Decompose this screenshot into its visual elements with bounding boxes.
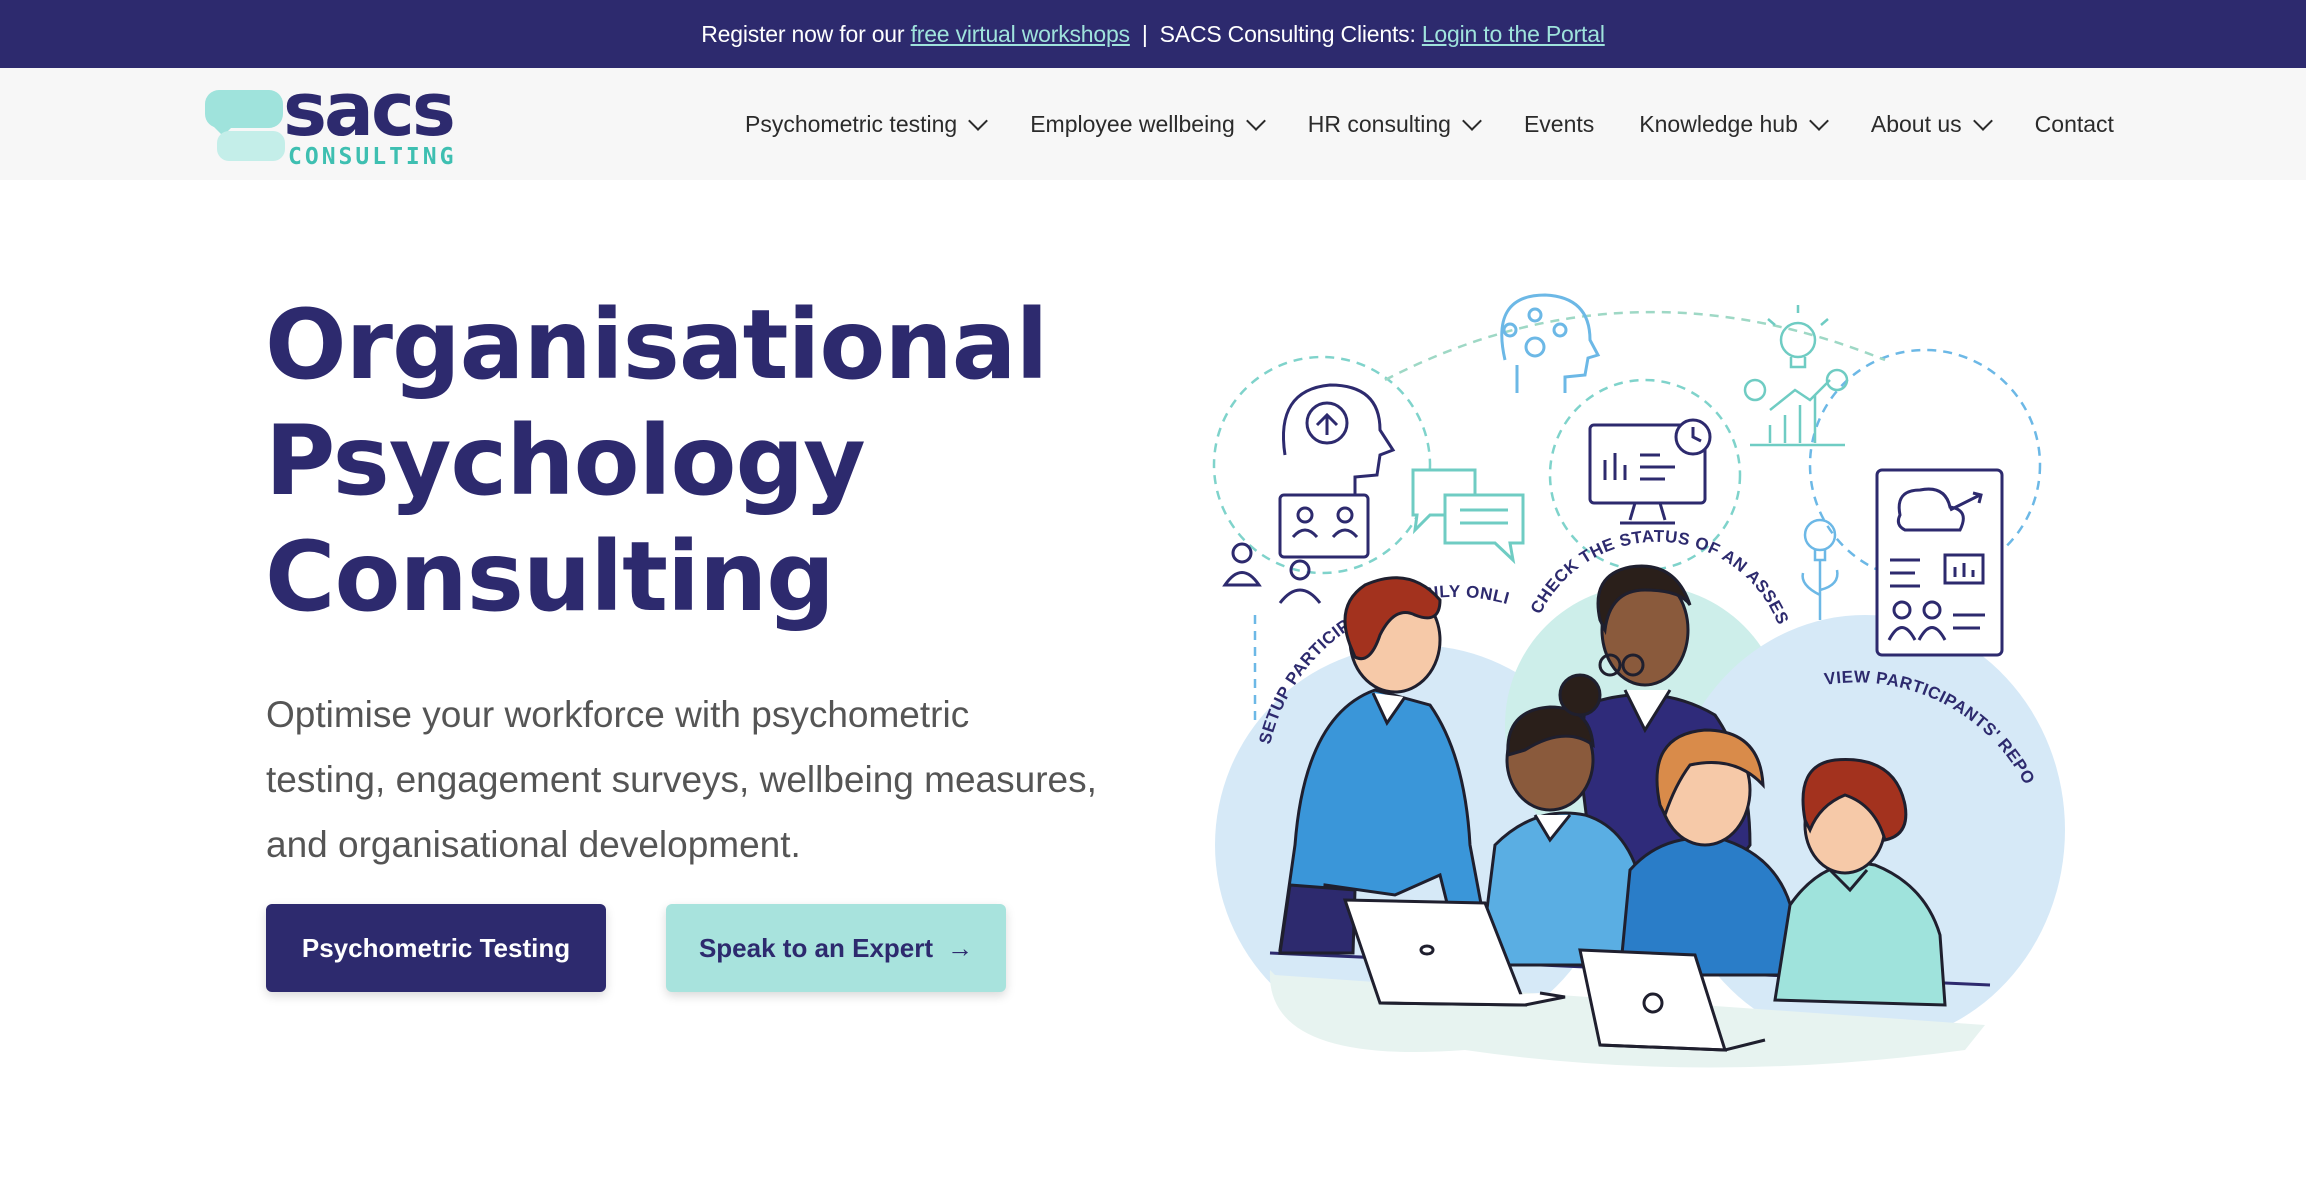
lightbulb-growth-icon <box>1743 305 1849 447</box>
hero-illustration: SETUP PARTICIPANTS EASILY ONLINE CHECK T… <box>1205 285 2065 1068</box>
speech-bubble-icon-small <box>217 131 285 161</box>
monitor-dashboard-icon <box>1588 418 1712 525</box>
logo-wordmark: sacs <box>283 67 456 153</box>
portal-login-link[interactable]: Login to the Portal <box>1422 21 1605 48</box>
title-line: Psychology <box>265 405 866 517</box>
clients-text: SACS Consulting Clients: <box>1159 20 1416 47</box>
nav-item-about-us[interactable]: About us <box>1870 110 1993 138</box>
hero-description: Optimise your workforce with psychometri… <box>266 682 1166 877</box>
nav-menu: Psychometric testing Employee wellbeing … <box>745 68 2114 180</box>
button-label: Speak to an Expert <box>698 932 934 963</box>
chevron-down-icon <box>1972 111 1993 131</box>
nav-item-knowledge-hub[interactable]: Knowledge hub <box>1639 110 1829 138</box>
logo-subtitle: CONSULTING <box>288 144 457 170</box>
description-line: Optimise your workforce with psychometri… <box>266 694 970 735</box>
chevron-down-icon <box>1245 111 1266 131</box>
sacs-logo[interactable]: sacs CONSULTING <box>205 67 457 171</box>
chat-bubbles-icon <box>1411 468 1525 565</box>
nav-label: About us <box>1870 110 1962 137</box>
button-label: Psychometric Testing <box>301 932 571 963</box>
description-line: testing, engagement surveys, wellbeing m… <box>266 759 1097 800</box>
nav-item-hr-consulting[interactable]: HR consulting <box>1307 110 1482 138</box>
announcement-bar: Register now for our free virtual worksh… <box>0 0 2306 68</box>
nav-label: Psychometric testing <box>745 110 958 137</box>
nav-label: Knowledge hub <box>1639 110 1798 137</box>
head-brain-icon <box>1282 383 1396 495</box>
announcement-text: Register now for our <box>701 20 905 47</box>
title-line: Consulting <box>265 521 835 633</box>
video-call-icon <box>1222 493 1370 604</box>
nav-item-events[interactable]: Events <box>1524 111 1594 138</box>
arrow-right-icon: → <box>947 932 974 963</box>
nav-item-psychometric-testing[interactable]: Psychometric testing <box>745 110 989 138</box>
nav-item-contact[interactable]: Contact <box>2035 111 2114 138</box>
nav-label: Contact <box>2034 110 2114 137</box>
chevron-down-icon <box>1808 111 1829 131</box>
nav-label: Employee wellbeing <box>1030 110 1235 137</box>
main-navigation: sacs CONSULTING Psychometric testing Emp… <box>0 67 2306 180</box>
speak-to-expert-button[interactable]: Speak to an Expert → <box>666 904 1006 992</box>
nav-label: HR consulting <box>1307 110 1451 137</box>
page-title: Organisational Psychology Consulting <box>265 287 1165 635</box>
separator: | <box>1141 20 1148 47</box>
lightbulb-plant-icon <box>1801 518 1839 620</box>
title-line: Organisational <box>265 289 1048 401</box>
nav-label: Events <box>1523 110 1595 137</box>
nav-item-employee-wellbeing[interactable]: Employee wellbeing <box>1030 110 1266 138</box>
team-head-icon <box>1500 293 1601 393</box>
workshops-link[interactable]: free virtual workshops <box>911 21 1131 48</box>
chevron-down-icon <box>1462 111 1482 131</box>
speech-bubble-icon <box>205 90 283 136</box>
chevron-down-icon <box>968 111 989 131</box>
report-document-icon <box>1875 468 2004 657</box>
description-line: and organisational development. <box>266 824 801 865</box>
psychometric-testing-button[interactable]: Psychometric Testing <box>266 904 606 992</box>
